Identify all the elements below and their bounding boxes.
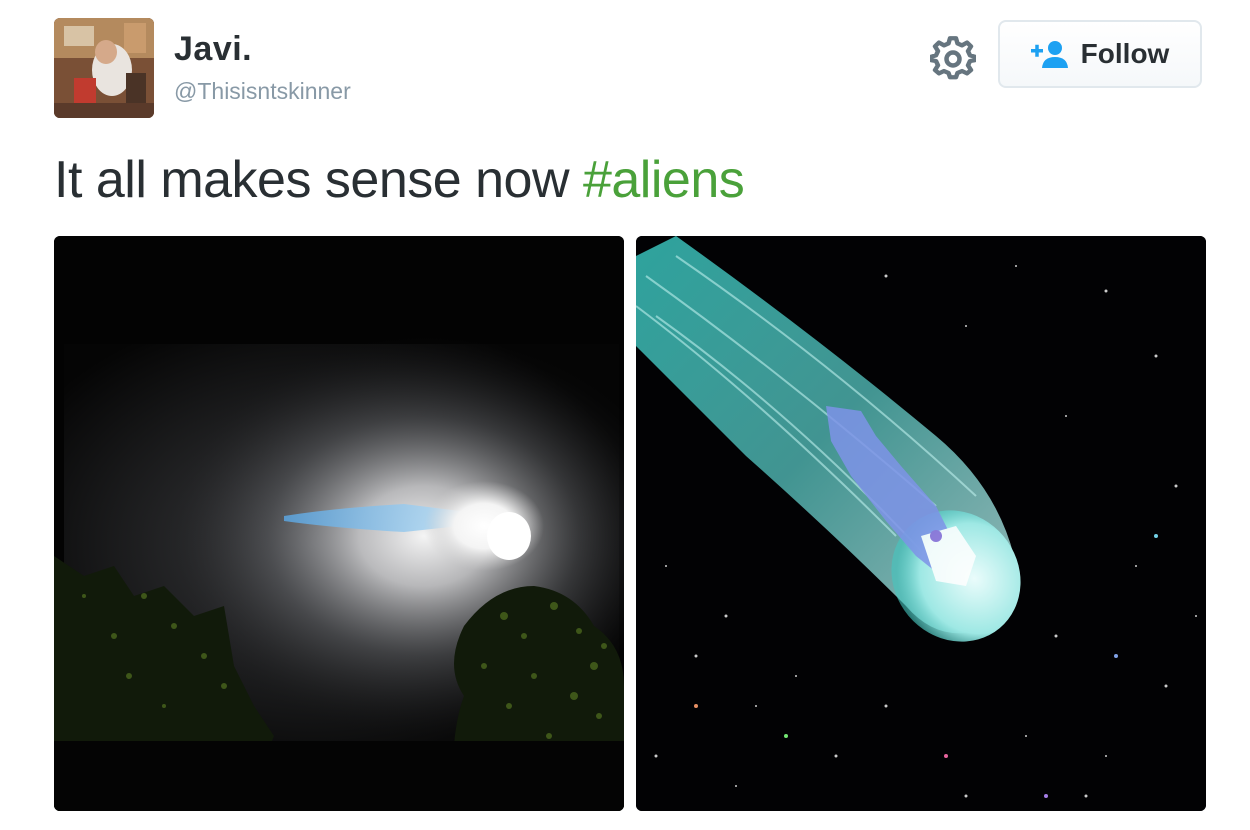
cartoon-comet-space-image (636, 236, 1206, 811)
media-image-right[interactable] (636, 236, 1206, 811)
user-handle[interactable]: @Thisisntskinner (174, 78, 351, 105)
add-user-icon (1030, 41, 1068, 68)
hashtag-link[interactable]: #aliens (583, 151, 745, 209)
user-avatar[interactable] (54, 18, 154, 118)
tweet-card: Javi. @Thisisntskinner Follow It all mak… (0, 0, 1250, 830)
follow-label: Follow (1080, 38, 1170, 69)
avatar-image (54, 18, 154, 118)
night-sky-light-trail-photo (54, 236, 624, 811)
follow-button[interactable]: Follow (998, 20, 1202, 88)
tweet-text: It all makes sense now #aliens (54, 150, 745, 210)
gear-icon[interactable] (928, 36, 978, 82)
media-image-left[interactable] (54, 236, 624, 811)
tweet-text-body: It all makes sense now (54, 151, 583, 209)
user-name[interactable]: Javi. (174, 30, 252, 69)
